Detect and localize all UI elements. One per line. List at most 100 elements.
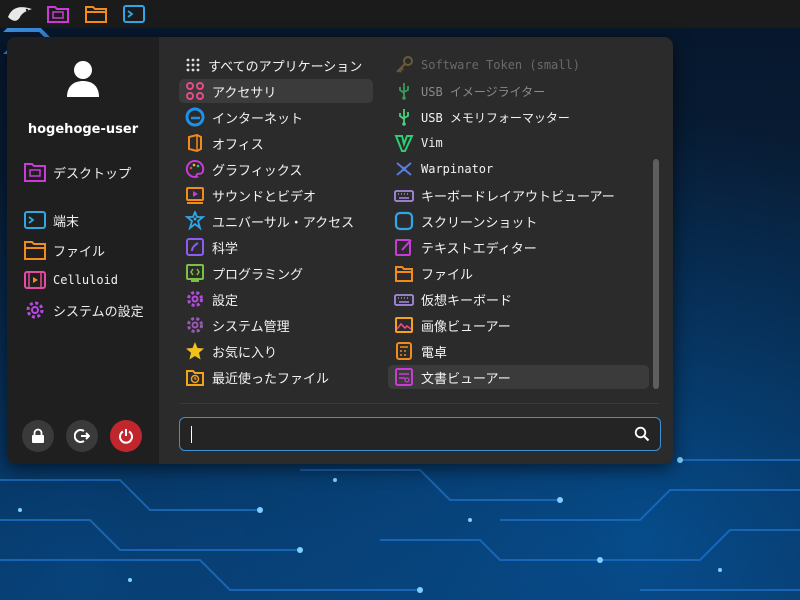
eagle-menu-icon[interactable] [6,2,34,26]
desktop-folder-icon [24,163,46,182]
vim-icon [394,135,414,152]
app-usb-image-writer[interactable]: USB イメージライター [388,79,649,103]
recent-files-icon [186,370,204,386]
files-icon [395,266,413,282]
app-document-viewer[interactable]: 文書ビューアー [388,365,649,389]
logout-icon [74,429,90,443]
category-administration[interactable]: システム管理 [179,313,373,337]
image-viewer-icon [395,317,413,333]
user-avatar-icon [67,61,99,97]
usb-icon [399,83,409,100]
category-label: システム管理 [212,319,290,335]
category-label: オフィス [212,137,264,153]
app-label: Warpinator [421,162,494,176]
keyboard-icon [394,190,414,202]
sidebar-item-files[interactable]: ファイル [23,238,105,262]
category-label: グラフィックス [212,163,303,179]
sidebar-item-celluloid[interactable]: Celluloid [23,268,118,292]
search-box[interactable] [179,417,661,451]
category-office[interactable]: オフィス [179,131,373,155]
sidebar-item-desktop[interactable]: デスクトップ [23,160,131,184]
sidebar-item-label: ファイル [53,244,106,260]
category-accessories[interactable]: アクセサリ [179,79,373,103]
app-software-token[interactable]: Software Token (small) [388,53,649,77]
settings-icon [187,291,203,307]
application-menu: hogehoge-user デスクトップ 端末 ファイル Celluloid シ… [7,37,673,464]
app-list-scrollbar[interactable] [653,159,659,389]
lock-screen-button[interactable] [22,420,54,452]
search-input[interactable] [190,424,624,446]
category-label: お気に入り [212,345,278,361]
graphics-icon [185,159,205,178]
settings-icon [26,301,44,319]
app-label: Vim [421,136,443,150]
app-label: USB メモリフォーマッター [421,110,570,125]
sidebar-item-system-settings[interactable]: システムの設定 [23,298,144,322]
category-graphics[interactable]: グラフィックス [179,157,373,181]
category-favorites[interactable]: お気に入り [179,339,373,363]
calculator-icon [396,342,412,360]
category-preferences[interactable]: 設定 [179,287,373,311]
keyboard-icon [394,294,414,306]
app-label: 電卓 [421,345,448,361]
app-label: 文書ビューアー [421,371,511,387]
power-icon [119,429,133,444]
category-programming[interactable]: プログラミング [179,261,373,285]
files-icon [24,241,46,260]
desktop-folder-icon[interactable] [44,2,72,26]
app-label: Software Token (small) [421,58,580,72]
category-science[interactable]: 科学 [179,235,373,259]
sidebar-item-label: デスクトップ [53,166,132,182]
category-label: アクセサリ [212,85,277,101]
category-label: サウンドとビデオ [212,189,317,205]
category-universal-access[interactable]: ユニバーサル・アクセス [179,209,373,233]
lock-icon [32,428,44,443]
celluloid-icon [24,271,46,289]
text-cursor [191,426,192,443]
category-label: ユニバーサル・アクセス [212,215,355,231]
text-editor-icon [395,239,412,256]
app-onscreen-keyboard[interactable]: 仮想キーボード [388,287,649,311]
app-keyboard-layout-viewer[interactable]: キーボードレイアウトビューアー [388,183,649,207]
favorites-star-icon [186,342,204,360]
app-vim[interactable]: Vim [388,131,649,155]
search-icon[interactable] [634,426,650,442]
app-text-editor[interactable]: テキストエディター [388,235,649,259]
office-icon [188,133,202,153]
app-label: 画像ビューアー [421,319,511,335]
category-label: 設定 [212,293,239,309]
app-label: USB イメージライター [421,84,546,99]
category-all-applications[interactable]: すべてのアプリケーション [179,53,373,77]
app-warpinator[interactable]: Warpinator [388,157,649,181]
files-icon[interactable] [82,2,110,26]
app-screenshot[interactable]: スクリーンショット [388,209,649,233]
sidebar-item-label: システムの設定 [53,304,144,320]
power-button[interactable] [110,420,142,452]
app-label: キーボードレイアウトビューアー [421,189,615,205]
usb-icon [399,109,409,126]
app-usb-stick-formatter[interactable]: USB メモリフォーマッター [388,105,649,129]
top-panel [0,0,800,28]
internet-icon [185,107,205,127]
app-label: ファイル [421,267,474,283]
document-viewer-icon [395,368,413,386]
accessibility-icon [185,211,205,231]
category-internet[interactable]: インターネット [179,105,373,129]
app-label: テキストエディター [421,241,537,257]
user-name: hogehoge-user [27,122,139,137]
app-files[interactable]: ファイル [388,261,649,285]
programming-icon [186,264,204,282]
app-label: 仮想キーボード [421,293,513,309]
warpinator-icon [396,162,412,176]
app-calculator[interactable]: 電卓 [388,339,649,363]
category-label: インターネット [212,111,304,127]
sidebar-item-label: Celluloid [53,273,119,287]
sidebar-item-terminal[interactable]: 端末 [23,208,79,232]
category-recent-files[interactable]: 最近使ったファイル [179,365,373,389]
menu-sidebar: hogehoge-user デスクトップ 端末 ファイル Celluloid シ… [7,37,159,464]
terminal-icon[interactable] [120,2,148,26]
category-sound-and-video[interactable]: サウンドとビデオ [179,183,373,207]
category-label: プログラミング [212,267,304,283]
logout-button[interactable] [66,420,98,452]
app-image-viewer[interactable]: 画像ビューアー [388,313,649,337]
